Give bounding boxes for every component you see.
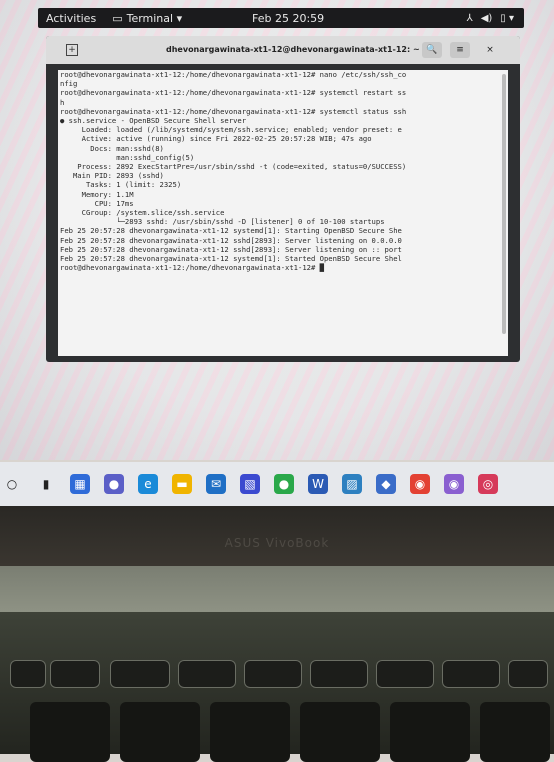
app-icon[interactable]: ● [274,474,294,494]
terminal-line: Loaded: loaded (/lib/systemd/system/ssh.… [60,125,402,135]
key [30,702,110,762]
terminal-line: root@dhevonargawinata-xt1-12:/home/dhevo… [60,88,407,98]
key [310,660,368,688]
key [442,660,500,688]
terminal-header-bar: + dhevonargawinata-xt1-12@dhevonargawina… [46,36,520,64]
terminal-line: Feb 25 20:57:28 dhevonargawinata-xt1-12 … [60,244,402,254]
search-icon[interactable]: ○ [2,474,22,494]
key [110,660,170,688]
chat-icon[interactable]: ● [104,474,124,494]
widgets-icon[interactable]: ▦ [70,474,90,494]
terminal-app-menu[interactable]: ▭ Terminal ▾ [112,12,182,25]
file-explorer-icon[interactable]: ▬ [172,474,192,494]
laptop-bezel: ASUS VivoBook [0,506,554,566]
system-tray[interactable]: ⅄ ◀) ▯ ▾ [467,13,514,24]
gnome-top-bar: Activities ▭ Terminal ▾ Feb 25 20:59 ⅄ ◀… [38,8,524,28]
task-view-icon[interactable]: ▮ [36,474,56,494]
key [50,660,100,688]
terminal-line: Feb 25 20:57:28 dhevonargawinata-xt1-12 … [60,254,402,264]
key [508,660,548,688]
laptop-keyboard [0,612,554,762]
terminal-window: + dhevonargawinata-xt1-12@dhevonargawina… [46,36,520,362]
terminal-line: └─2893 sshd: /usr/sbin/sshd -D [listener… [60,217,385,227]
terminal-line: Tasks: 1 (limit: 2325) [60,180,182,190]
laptop-brand: ASUS VivoBook [224,536,330,550]
key [376,660,434,688]
mail-icon[interactable]: ✉ [206,474,226,494]
terminal-line: Process: 2892 ExecStartPre=/usr/sbin/ssh… [60,162,407,172]
terminal-line: Feb 25 20:57:28 dhevonargawinata-xt1-12 … [60,226,402,236]
windows-taskbar: ○ ▮ ▦ ● e ▬ ✉ ▧ ● W ▨ ◆ ◉ ◉ ◎ [0,462,554,506]
terminal-line: CPU: 17ms [60,198,134,208]
chrome-icon[interactable]: ◉ [410,474,430,494]
word-icon[interactable]: W [308,474,328,494]
key [210,702,290,762]
app-icon-3[interactable]: ◉ [444,474,464,494]
network-icon: ⅄ [466,12,473,24]
close-button[interactable]: × [482,42,498,58]
key [390,702,470,762]
terminal-app-menu-label: Terminal ▾ [126,11,183,25]
key [244,660,302,688]
app-icon-4[interactable]: ◎ [478,474,498,494]
clock[interactable]: Feb 25 20:59 [252,12,324,25]
search-icon: 🔍 [426,45,438,55]
terminal-line: root@dhevonargawinata-xt1-12:/home/dhevo… [60,263,324,273]
image-viewer-icon[interactable]: ▨ [342,474,362,494]
close-icon: × [486,45,494,55]
terminal-output[interactable]: root@dhevonargawinata-xt1-12:/home/dhevo… [58,70,508,356]
terminal-line: man:sshd_config(5) [60,152,195,162]
terminal-line: Docs: man:sshd(8) [60,143,164,153]
key [178,660,236,688]
terminal-app-icon: ▭ [112,11,123,25]
new-tab-icon[interactable]: + [66,44,78,56]
battery-icon: ▯ ▾ [500,12,514,24]
edge-icon[interactable]: e [138,474,158,494]
terminal-scrollbar[interactable] [502,74,506,334]
terminal-line: Active: active (running) since Fri 2022-… [60,134,372,144]
terminal-line: Feb 25 20:57:28 dhevonargawinata-xt1-12 … [60,235,402,245]
hamburger-icon: ≡ [456,45,464,55]
app-icon-2[interactable]: ◆ [376,474,396,494]
laptop-hinge [0,566,554,612]
terminal-line: h [60,97,65,107]
activities-button[interactable]: Activities [46,12,96,25]
search-button[interactable]: 🔍 [422,42,442,58]
menu-button[interactable]: ≡ [450,42,470,58]
photos-icon[interactable]: ▧ [240,474,260,494]
terminal-line: root@dhevonargawinata-xt1-12:/home/dhevo… [60,106,407,116]
terminal-line: CGroup: /system.slice/ssh.service [60,208,225,218]
terminal-line: nfig [60,79,78,89]
key [300,702,380,762]
terminal-line: ● ssh.service - OpenBSD Secure Shell ser… [60,116,247,126]
key [120,702,200,762]
key [10,660,46,688]
key [480,702,550,762]
terminal-line: root@dhevonargawinata-xt1-12:/home/dhevo… [60,70,407,79]
terminal-title: dhevonargawinata-xt1-12@dhevonargawinata… [166,45,420,54]
volume-icon: ◀) [480,12,493,24]
terminal-line: Memory: 1.1M [60,189,134,199]
terminal-line: Main PID: 2893 (sshd) [60,171,164,181]
